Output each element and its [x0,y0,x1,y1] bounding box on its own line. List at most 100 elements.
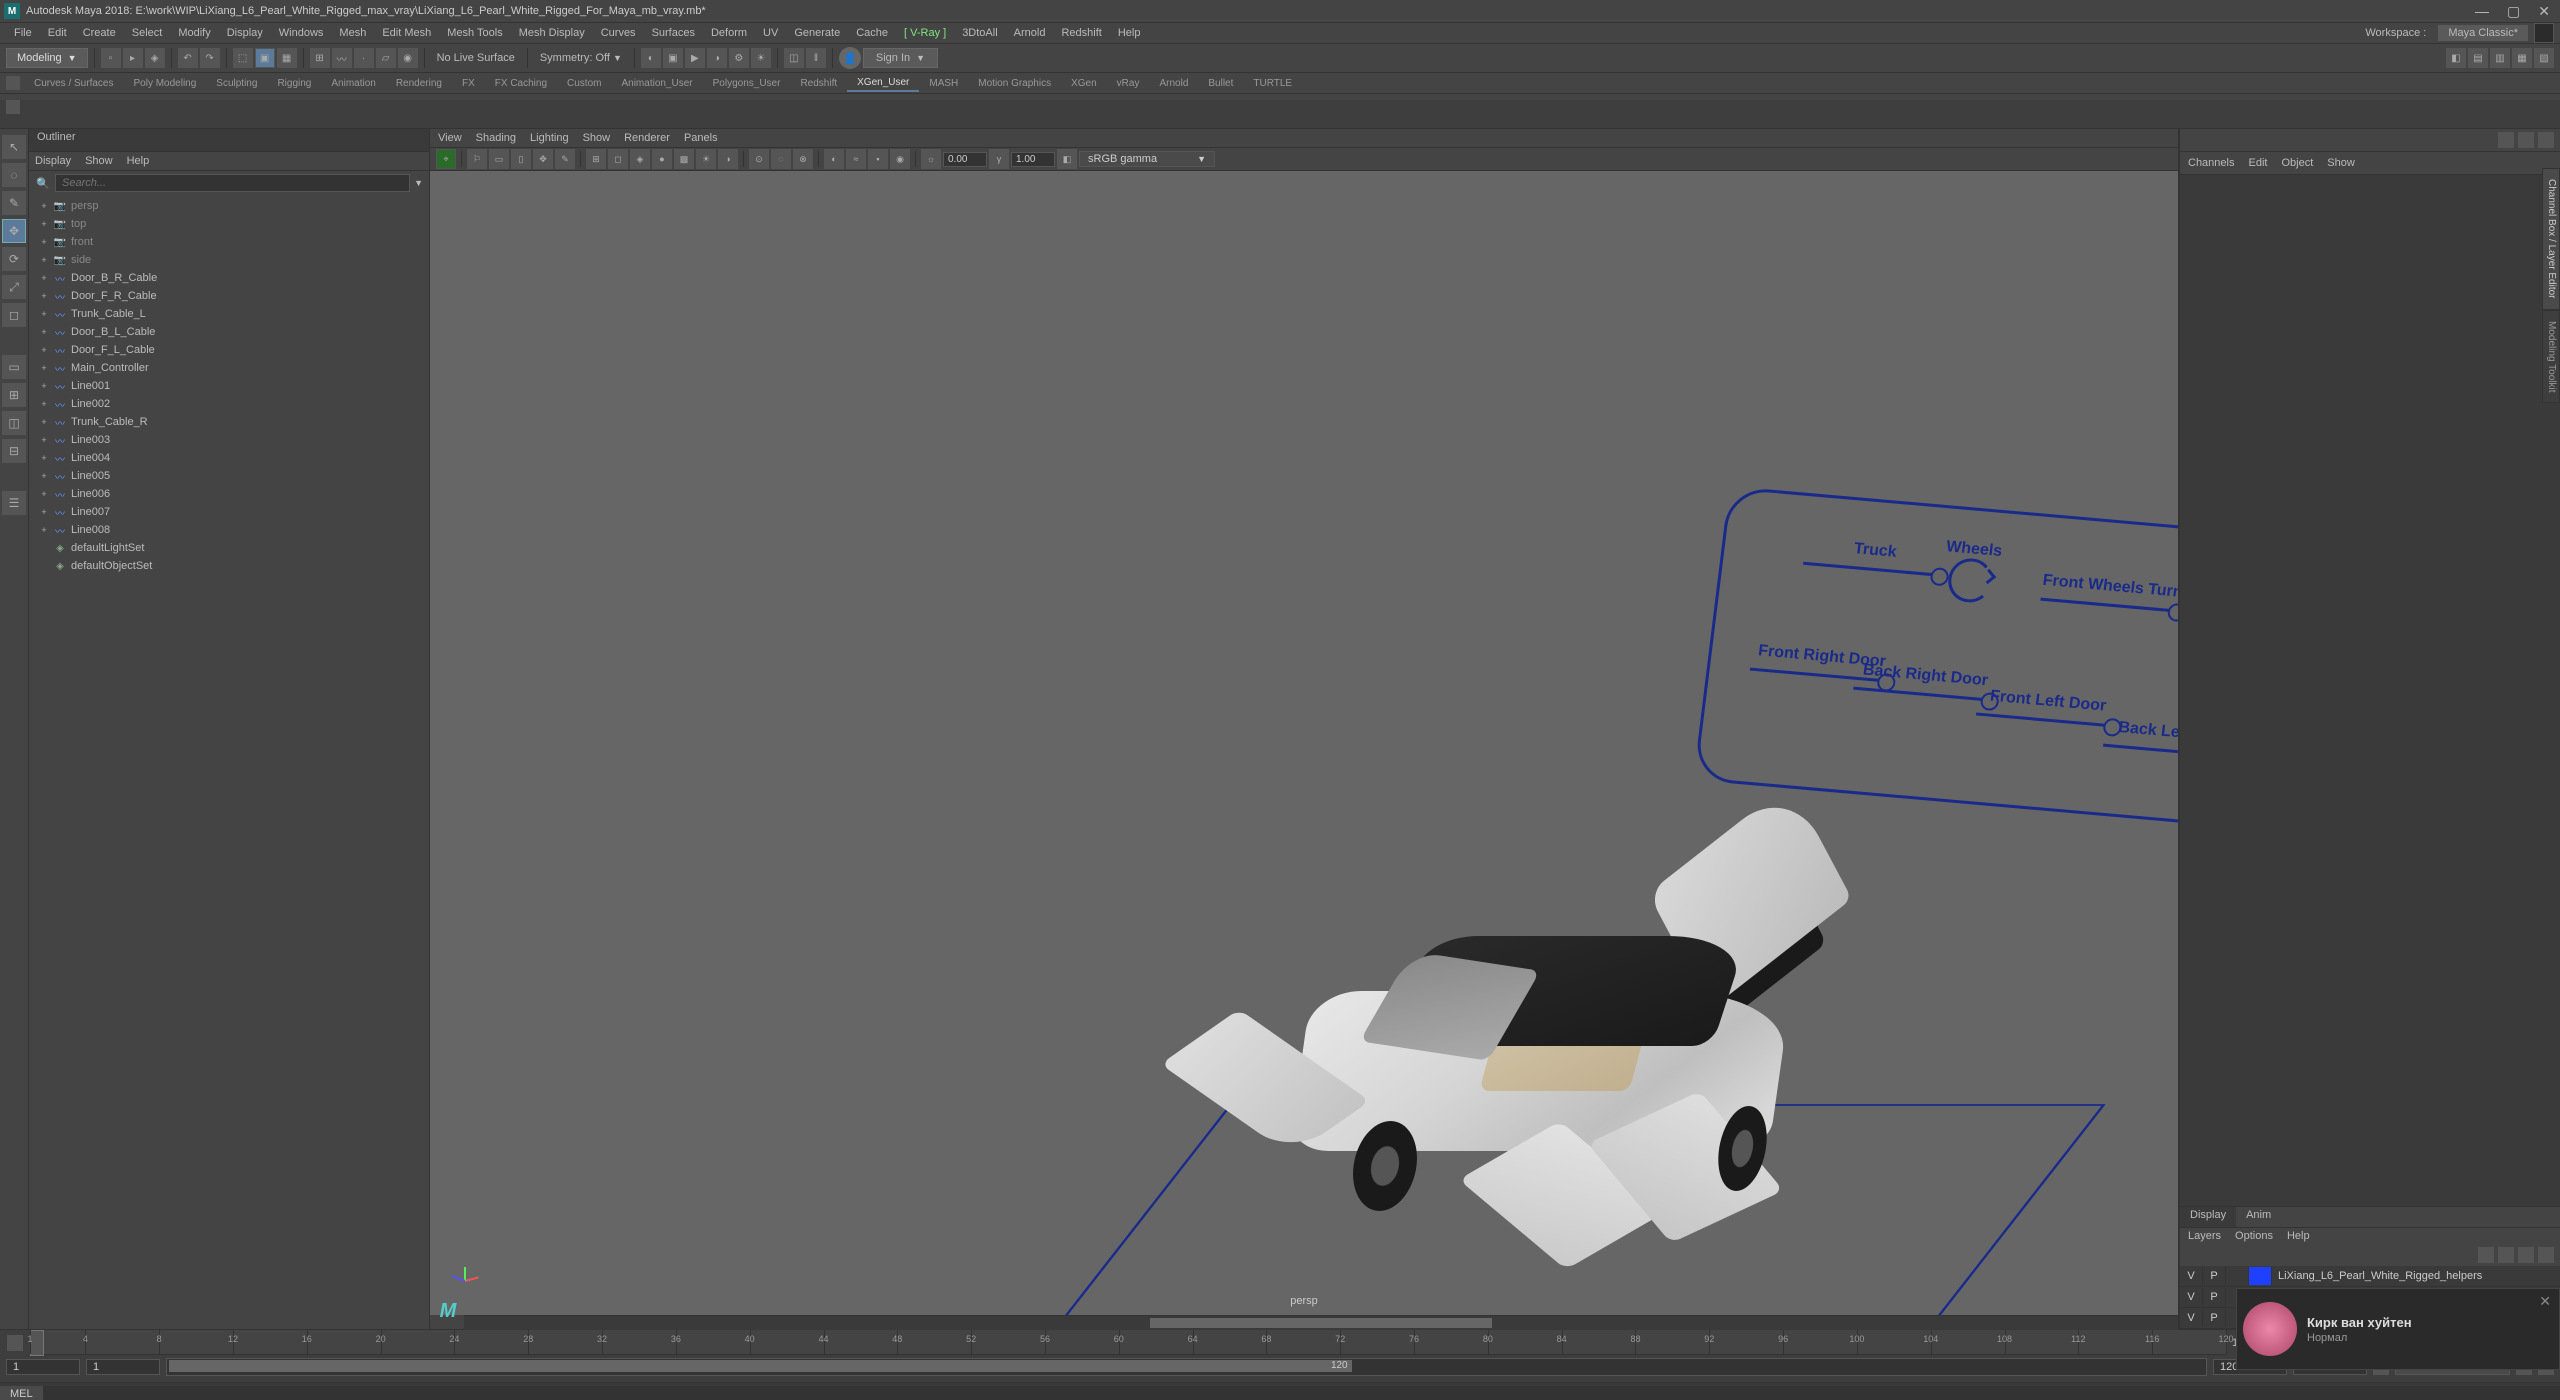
channel-menu-item[interactable]: Channels [2188,157,2234,169]
shelf-tab[interactable]: vRay [1107,76,1150,91]
outliner-node[interactable]: +〰Main_Controller [29,359,429,377]
shelf-tab[interactable]: Animation [321,76,385,91]
menu-item[interactable]: Mesh Display [511,25,593,41]
rotate-tool-icon[interactable]: ⟳ [2,247,26,271]
shadows-icon[interactable]: ◑ [718,149,738,169]
xray-icon[interactable]: ◌ [771,149,791,169]
layer-tab-anim[interactable]: Anim [2236,1207,2281,1227]
shelf-tab[interactable]: Rendering [386,76,452,91]
sidebar-toggle-icon[interactable]: ◧ [2446,48,2466,68]
outliner-search-input[interactable] [55,174,410,192]
layout-two-icon[interactable]: ◫ [2,411,26,435]
camera-bookmark-icon[interactable]: ⚐ [467,149,487,169]
ctrl-bld-slider[interactable] [2103,744,2178,759]
open-scene-icon[interactable]: ▸ [123,48,143,68]
attribute-editor-icon[interactable] [2518,132,2534,148]
notification-toast[interactable]: Кирк ван хуйтен Нормал ✕ [2236,1288,2560,1370]
menu-item[interactable]: Arnold [1006,25,1054,41]
channel-box[interactable] [2180,175,2560,1206]
range-slider[interactable]: 120 [166,1358,2207,1376]
outliner-node[interactable]: ◈defaultObjectSet [29,557,429,575]
menu-item[interactable]: File [6,25,40,41]
side-tab[interactable]: Modeling Toolkit [2542,310,2560,404]
gate-mask-icon[interactable]: ◻ [608,149,628,169]
image-plane-icon[interactable]: ▭ [489,149,509,169]
outliner-tree[interactable]: +📷persp+📷top+📷front+📷side+〰Door_B_R_Cabl… [29,195,429,1329]
search-dropdown-icon[interactable]: ▼ [414,178,423,188]
film-gate-icon[interactable]: ▯ [511,149,531,169]
textured-icon[interactable]: ▩ [674,149,694,169]
outliner-node[interactable]: +📷persp [29,197,429,215]
side-tab[interactable]: Channel Box / Layer Editor [2542,168,2560,310]
wireframe-icon[interactable]: ◈ [630,149,650,169]
layout-single-icon[interactable]: ▭ [2,355,26,379]
toggle-panel-icon[interactable]: ◫ [784,48,804,68]
snap-live-icon[interactable]: ◉ [398,48,418,68]
channel-box-icon[interactable] [2498,132,2514,148]
outliner-node[interactable]: +📷front [29,233,429,251]
menu-item[interactable]: Help [1110,25,1149,41]
layer-menu-item[interactable]: Help [2287,1230,2310,1242]
shelf-toggle-icon[interactable] [6,100,20,114]
paint-select-tool-icon[interactable]: ✎ [2,191,26,215]
select-object-icon[interactable]: ▣ [255,48,275,68]
layer-move-down-icon[interactable] [2498,1247,2514,1263]
snap-plane-icon[interactable]: ▱ [376,48,396,68]
notification-close-icon[interactable]: ✕ [2539,1293,2551,1310]
menu-item[interactable]: Surfaces [644,25,703,41]
minimize-icon[interactable]: — [2475,3,2489,20]
sign-in-button[interactable]: Sign In▼ [863,48,938,68]
maximize-icon[interactable]: ▢ [2507,3,2520,20]
sidebar-toggle-icon[interactable]: ▧ [2534,48,2554,68]
menu-item[interactable]: Redshift [1053,25,1109,41]
shelf-tab[interactable]: FX Caching [485,76,557,91]
ctrl-truck-slider[interactable] [1803,562,1943,577]
shelf-tab[interactable]: Motion Graphics [968,76,1061,91]
save-scene-icon[interactable]: ◈ [145,48,165,68]
exposure-icon[interactable]: ☼ [921,149,941,169]
outliner-menu-item[interactable]: Display [35,155,71,167]
layer-move-up-icon[interactable] [2478,1247,2494,1263]
motion-blur-icon[interactable]: ≈ [846,149,866,169]
layout-four-icon[interactable]: ⊞ [2,383,26,407]
shelf-tab[interactable]: Custom [557,76,611,91]
menu-item[interactable]: Edit [40,25,75,41]
outliner-menu-item[interactable]: Show [85,155,113,167]
shaded-icon[interactable]: ● [652,149,672,169]
aa-icon[interactable]: ▪ [868,149,888,169]
shelf-menu-icon[interactable] [6,76,20,90]
menu-item[interactable]: Curves [593,25,644,41]
sidebar-toggle-icon[interactable]: ▤ [2468,48,2488,68]
menu-item[interactable]: Generate [786,25,848,41]
snap-grid-icon[interactable]: ⊞ [310,48,330,68]
viewport-menu-item[interactable]: Renderer [624,132,670,144]
layer-menu-item[interactable]: Options [2235,1230,2273,1242]
outliner-node[interactable]: ◈defaultLightSet [29,539,429,557]
shelf-tab[interactable]: Curves / Surfaces [24,76,123,91]
menu-item[interactable]: Display [219,25,271,41]
menu-item[interactable]: Modify [170,25,218,41]
shelf-tab[interactable]: Poly Modeling [123,76,206,91]
outliner-node[interactable]: +〰Line005 [29,467,429,485]
ctrl-brd-slider[interactable] [1853,687,1993,702]
command-input[interactable] [44,1386,2560,1400]
snap-point-icon[interactable]: · [354,48,374,68]
menu-item[interactable]: Mesh [331,25,374,41]
ctrl-wheels-dial[interactable] [1946,557,1995,605]
outliner-node[interactable]: +〰Trunk_Cable_L [29,305,429,323]
render-settings-icon[interactable]: ⚙ [729,48,749,68]
workspace-dropdown[interactable]: Maya Classic* [2438,25,2528,41]
viewport-menu-item[interactable]: Shading [476,132,516,144]
menu-item[interactable]: Deform [703,25,755,41]
layer-new-selected-icon[interactable] [2538,1247,2554,1263]
shelf-tab[interactable]: Polygons_User [703,76,791,91]
shelf-tab[interactable]: TURTLE [1243,76,1302,91]
viewport-menu-item[interactable]: Panels [684,132,718,144]
tool-settings-icon[interactable] [2538,132,2554,148]
render-view-icon[interactable]: ▣ [663,48,683,68]
shelf-tab[interactable]: XGen [1061,76,1107,91]
select-camera-icon[interactable]: ⌖ [436,149,456,169]
viewport-menu-item[interactable]: Lighting [530,132,569,144]
ipr-icon[interactable]: ◑ [707,48,727,68]
undo-icon[interactable]: ↶ [178,48,198,68]
